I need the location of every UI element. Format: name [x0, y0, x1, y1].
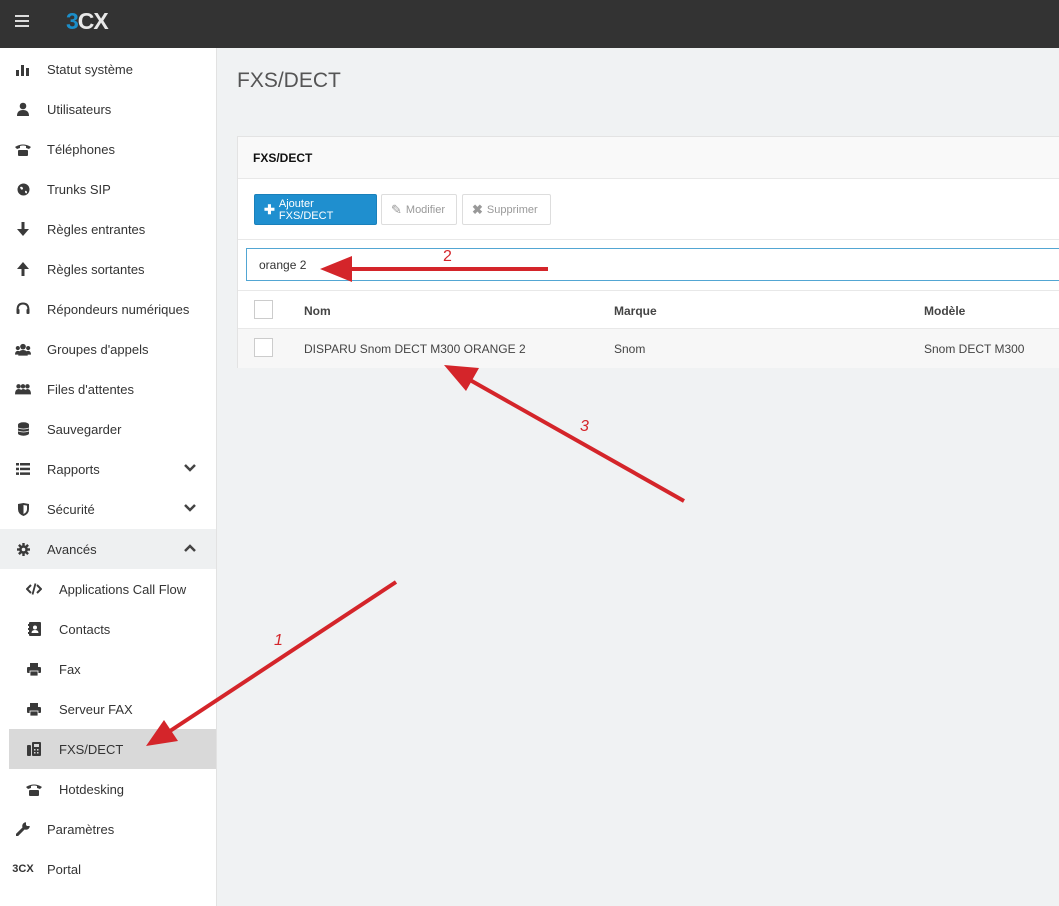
gear-icon	[15, 541, 31, 557]
search-input[interactable]	[246, 248, 1059, 281]
sidebar-item-trunks-sip[interactable]: Trunks SIP	[0, 169, 216, 209]
row-checkbox[interactable]	[254, 338, 273, 357]
sidebar-item-label: Utilisateurs	[47, 102, 112, 117]
sidebar-item-repondeurs-numeriques[interactable]: Répondeurs numériques	[0, 289, 216, 329]
sidebar-item-telephones[interactable]: Téléphones	[0, 129, 216, 169]
sidebar-item-label: Fax	[59, 662, 81, 677]
bar-chart-icon	[15, 61, 31, 77]
sidebar-item-label: Paramètres	[47, 822, 115, 837]
annotation-number-2: 2	[443, 248, 452, 265]
sidebar: Statut système Utilisateurs Téléphones T…	[0, 48, 217, 906]
sidebar-item-label: Portal	[47, 862, 81, 877]
sidebar-item-label: Hotdesking	[59, 782, 125, 797]
user-icon	[15, 101, 31, 117]
group-icon	[15, 341, 31, 357]
database-icon	[15, 421, 31, 437]
column-header-marque[interactable]: Marque	[614, 304, 657, 318]
sidebar-item-label: Avancés	[47, 542, 97, 557]
sidebar-item-hotdesking[interactable]: Hotdesking	[0, 769, 216, 809]
queue-icon	[15, 381, 31, 397]
panel-header: FXS/DECT	[238, 137, 1059, 179]
printer-icon	[26, 701, 42, 717]
add-button-label: Ajouter FXS/DECT	[278, 197, 334, 222]
sidebar-item-statut-systeme[interactable]: Statut système	[0, 49, 216, 89]
cell-marque: Snom	[614, 342, 646, 356]
sidebar-item-label: FXS/DECT	[59, 742, 124, 757]
sidebar-item-regles-sortantes[interactable]: Règles sortantes	[0, 249, 216, 289]
select-all-checkbox[interactable]	[254, 300, 273, 319]
sidebar-item-files-attentes[interactable]: Files d'attentes	[0, 369, 216, 409]
contact-book-icon	[26, 621, 42, 637]
hamburger-menu-icon[interactable]	[15, 15, 29, 29]
sidebar-item-label: Statut système	[47, 62, 133, 77]
sidebar-item-parametres[interactable]: Paramètres	[0, 809, 216, 849]
add-fxs-dect-button[interactable]: ✚ Ajouter FXS/DECT	[254, 194, 377, 225]
sidebar-item-label: Règles sortantes	[47, 262, 145, 277]
close-icon: ✖	[472, 201, 483, 217]
sidebar-item-label: Sécurité	[47, 502, 95, 517]
chevron-down-icon[interactable]	[183, 501, 197, 515]
sidebar-item-groupes-appels[interactable]: Groupes d'appels	[0, 329, 216, 369]
shield-icon	[15, 501, 31, 517]
table-header: Nom Marque Modèle	[238, 290, 1059, 329]
sidebar-item-label: Serveur FAX	[59, 702, 133, 717]
sidebar-item-label: Contacts	[59, 622, 111, 637]
cell-modele: Snom DECT M300	[924, 342, 1025, 356]
headset-icon	[15, 301, 31, 317]
sidebar-item-label: Téléphones	[47, 142, 115, 157]
sidebar-item-label: Groupes d'appels	[47, 342, 149, 357]
annotation-number-3: 3	[580, 418, 589, 435]
sidebar-item-label: Applications Call Flow	[59, 582, 187, 597]
sidebar-item-securite[interactable]: Sécurité	[0, 489, 216, 529]
printer-icon	[26, 661, 42, 677]
annotation-number-1: 1	[274, 632, 283, 649]
phone-icon	[26, 781, 42, 797]
column-header-nom[interactable]: Nom	[304, 304, 331, 318]
edit-button[interactable]: ✎ Modifier	[381, 194, 457, 225]
sidebar-item-portal[interactable]: 3CX Portal	[0, 849, 216, 889]
sidebar-item-sauvegarder[interactable]: Sauvegarder	[0, 409, 216, 449]
sidebar-item-fax[interactable]: Fax	[0, 649, 216, 689]
sidebar-item-rapports[interactable]: Rapports	[0, 449, 216, 489]
sidebar-item-regles-entrantes[interactable]: Règles entrantes	[0, 209, 216, 249]
chevron-up-icon[interactable]	[183, 541, 197, 555]
column-header-modele[interactable]: Modèle	[924, 304, 965, 318]
3cx-logo-icon: 3CX	[12, 863, 34, 875]
wrench-icon	[15, 821, 31, 837]
top-bar: 3CX	[0, 0, 1059, 48]
sidebar-item-applications-call-flow[interactable]: Applications Call Flow	[0, 569, 216, 609]
fxs-dect-panel: FXS/DECT ✚ Ajouter FXS/DECT ✎ Modifier ✖…	[237, 136, 1059, 368]
sidebar-item-avances[interactable]: Avancés	[0, 529, 216, 569]
sidebar-item-fxs-dect[interactable]: FXS/DECT	[9, 729, 216, 769]
plus-icon: ✚	[264, 201, 275, 217]
sidebar-item-utilisateurs[interactable]: Utilisateurs	[0, 89, 216, 129]
globe-icon	[15, 181, 31, 197]
arrow-down-icon	[15, 221, 31, 237]
3cx-logo[interactable]: 3CX	[66, 8, 109, 35]
cell-nom[interactable]: DISPARU Snom DECT M300 ORANGE 2	[304, 342, 526, 356]
sidebar-item-label: Files d'attentes	[47, 382, 135, 397]
panel-title: FXS/DECT	[253, 151, 313, 165]
sidebar-item-label: Répondeurs numériques	[47, 302, 190, 317]
arrow-up-icon	[15, 261, 31, 277]
fax-machine-icon	[26, 741, 42, 757]
code-icon	[26, 581, 42, 597]
sidebar-item-label: Rapports	[47, 462, 100, 477]
pencil-icon: ✎	[391, 201, 402, 217]
sidebar-item-label: Règles entrantes	[47, 222, 146, 237]
sidebar-item-contacts[interactable]: Contacts	[0, 609, 216, 649]
list-icon	[15, 461, 31, 477]
delete-button[interactable]: ✖ Supprimer	[462, 194, 551, 225]
sidebar-item-label: Trunks SIP	[47, 182, 111, 197]
sidebar-item-serveur-fax[interactable]: Serveur FAX	[0, 689, 216, 729]
sidebar-item-label: Sauvegarder	[47, 422, 122, 437]
chevron-down-icon[interactable]	[183, 461, 197, 475]
divider	[238, 239, 1059, 240]
phone-icon	[15, 141, 31, 157]
delete-button-label: Supprimer	[486, 203, 538, 216]
table-row[interactable]: DISPARU Snom DECT M300 ORANGE 2 Snom Sno…	[238, 329, 1059, 368]
page-title: FXS/DECT	[237, 69, 341, 92]
edit-button-label: Modifier	[405, 203, 446, 216]
